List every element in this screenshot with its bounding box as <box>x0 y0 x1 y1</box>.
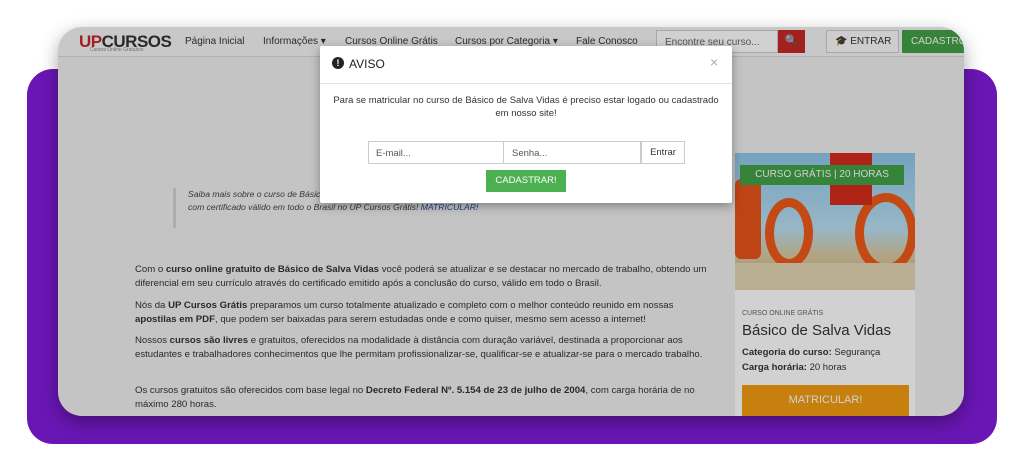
modal-title: AVISO <box>349 57 385 71</box>
modal-header: ! AVISO × <box>320 46 732 84</box>
close-icon[interactable]: × <box>710 54 718 70</box>
warning-modal: ! AVISO × Para se matricular no curso de… <box>320 46 732 203</box>
password-field[interactable]: Senha... <box>504 141 641 164</box>
modal-login-button[interactable]: Entrar <box>641 141 685 164</box>
modal-register-button[interactable]: CADASTRAR! <box>486 170 566 192</box>
warning-icon: ! <box>332 57 344 69</box>
modal-message: Para se matricular no curso de Básico de… <box>333 95 719 119</box>
email-field[interactable]: E-mail... <box>368 141 504 164</box>
browser-frame: UPCURSOS Cursos Online Gratuitos Página … <box>58 27 964 416</box>
